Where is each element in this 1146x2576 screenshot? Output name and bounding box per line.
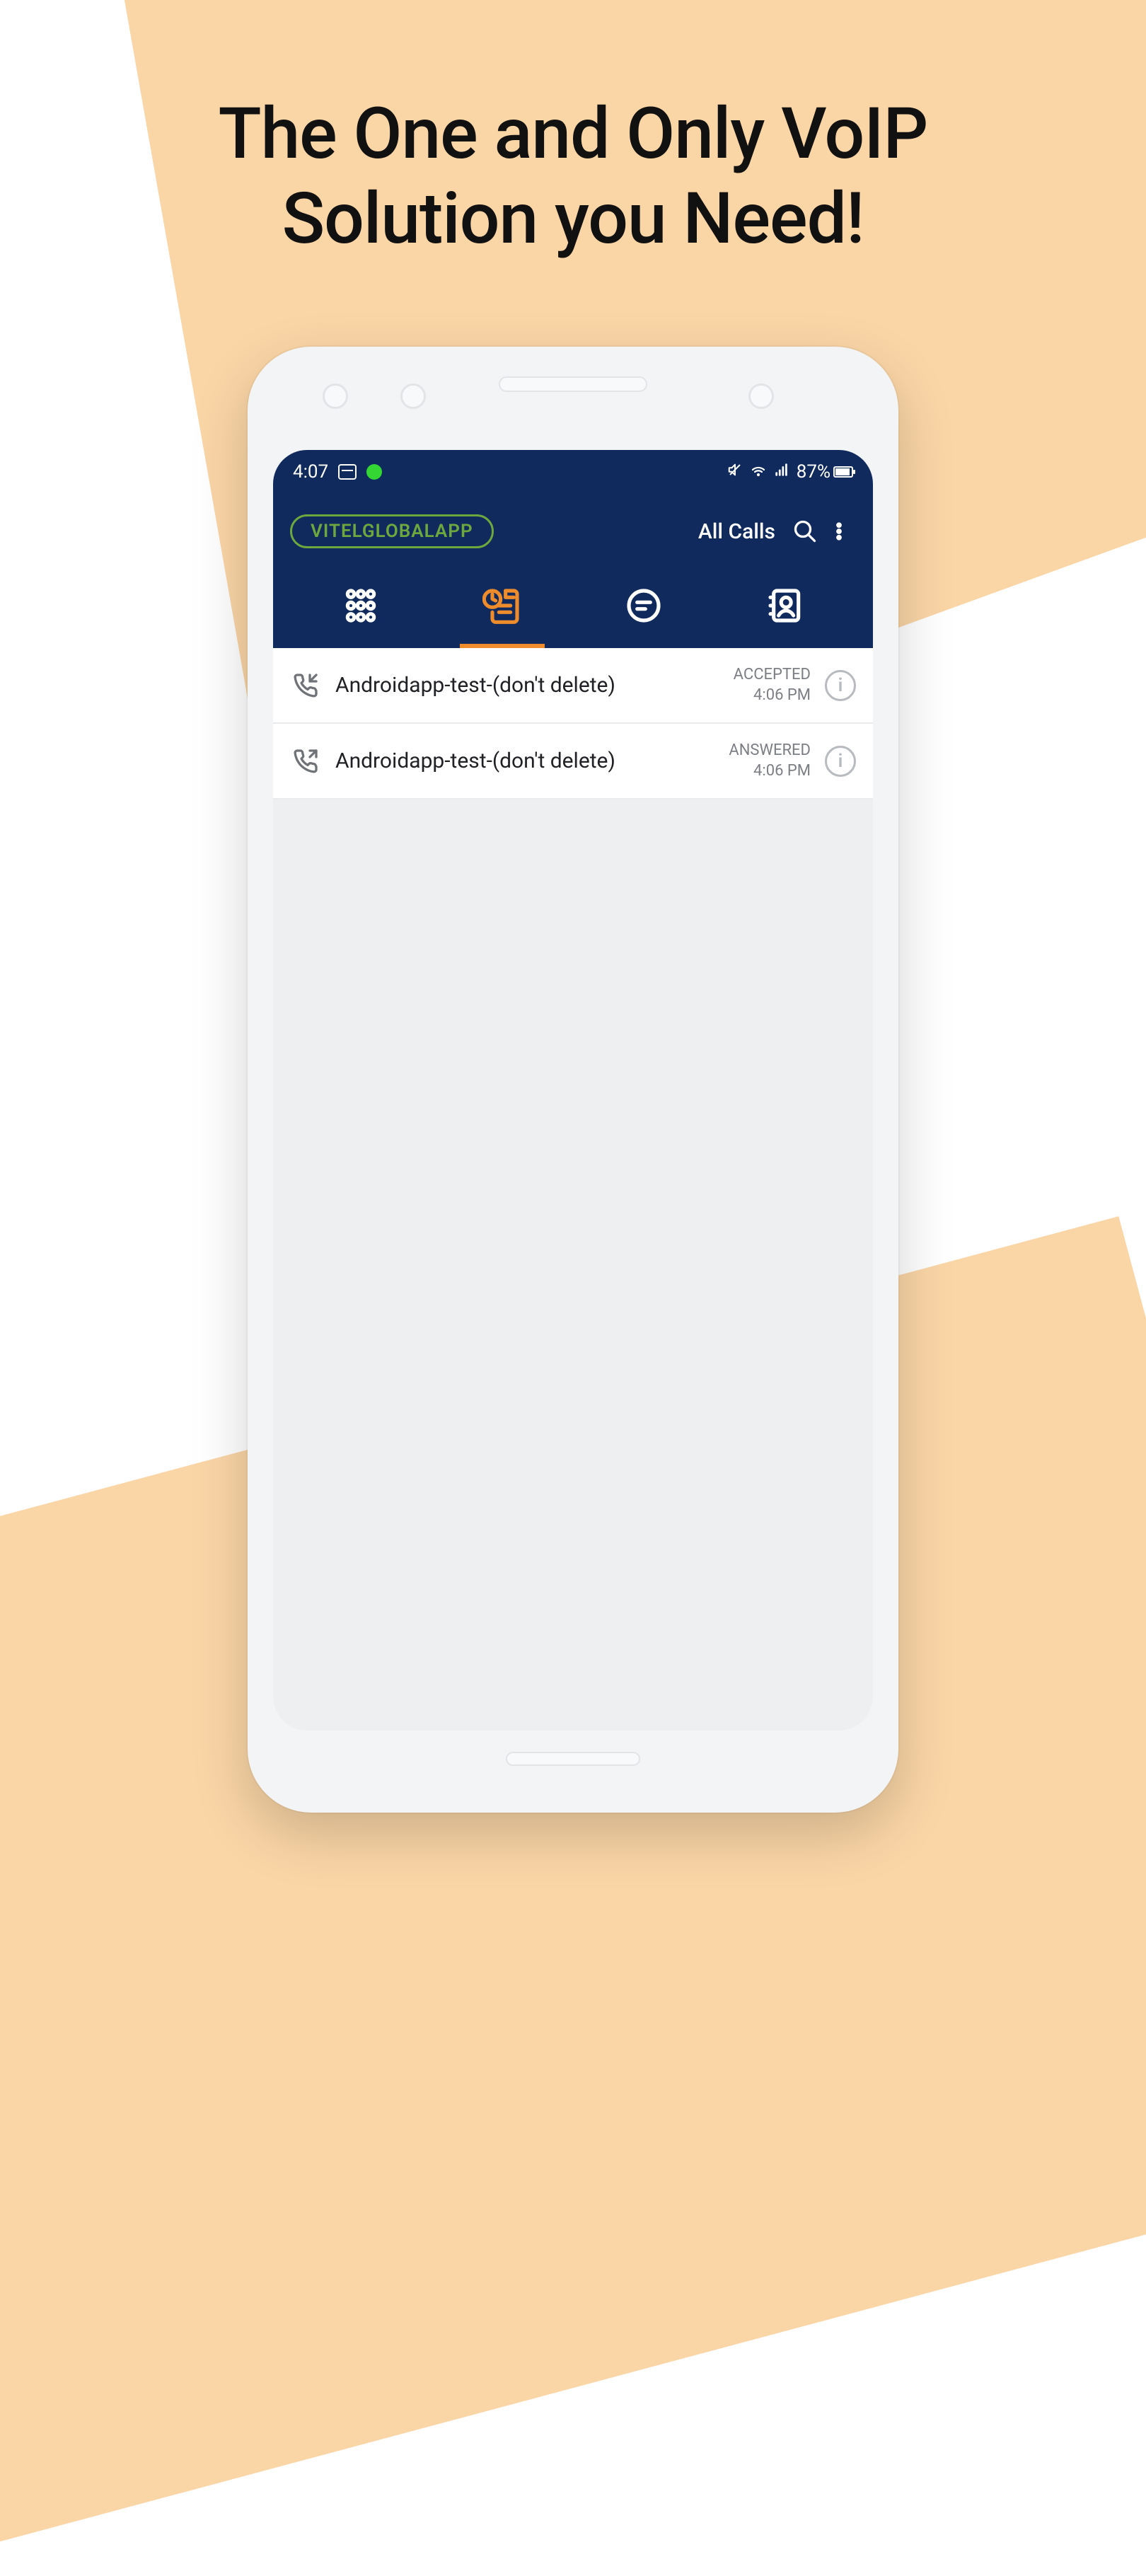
call-meta: ANSWERED 4:06 PM bbox=[729, 741, 811, 781]
statusbar-battery: 87% bbox=[797, 461, 830, 483]
search-icon[interactable] bbox=[788, 514, 822, 548]
incoming-call-icon bbox=[290, 673, 321, 698]
phone-sensor-dot bbox=[323, 383, 348, 409]
call-time: 4:06 PM bbox=[729, 761, 811, 782]
android-statusbar: 4:07 87% bbox=[273, 450, 873, 494]
nav-tabs bbox=[290, 563, 856, 648]
phone-bottom-speaker bbox=[273, 1731, 873, 1787]
wifi-icon bbox=[750, 461, 767, 483]
call-row[interactable]: Androidapp-test-(don't delete) ACCEPTED … bbox=[273, 648, 873, 724]
phone-sensor-dot bbox=[400, 383, 426, 409]
call-status: ANSWERED bbox=[729, 741, 811, 761]
call-name: Androidapp-test-(don't delete) bbox=[335, 749, 714, 773]
headline-line2: Solution you Need! bbox=[282, 178, 864, 260]
phone-mockup: 4:07 87% bbox=[248, 347, 898, 1813]
call-name: Androidapp-test-(don't delete) bbox=[335, 673, 719, 698]
tab-history[interactable] bbox=[432, 563, 573, 648]
app-header: VITELGLOBALAPP All Calls bbox=[273, 494, 873, 648]
call-row[interactable]: Androidapp-test-(don't delete) ANSWERED … bbox=[273, 724, 873, 799]
call-meta: ACCEPTED 4:06 PM bbox=[734, 665, 811, 705]
call-filter-label[interactable]: All Calls bbox=[698, 519, 775, 544]
phone-speaker bbox=[499, 376, 647, 392]
picture-icon bbox=[338, 464, 357, 480]
marketing-headline: The One and Only VoIP Solution you Need! bbox=[0, 0, 1146, 262]
signal-icon bbox=[774, 462, 789, 482]
headline-line1: The One and Only VoIP bbox=[219, 93, 928, 175]
call-time: 4:06 PM bbox=[734, 686, 811, 706]
active-dot-icon bbox=[366, 464, 382, 480]
overflow-menu-icon[interactable] bbox=[822, 514, 856, 548]
outgoing-call-icon bbox=[290, 749, 321, 774]
info-icon[interactable]: i bbox=[825, 746, 856, 777]
phone-sensors bbox=[273, 372, 873, 450]
call-list[interactable]: Androidapp-test-(don't delete) ACCEPTED … bbox=[273, 648, 873, 1731]
tab-dialpad[interactable] bbox=[290, 563, 432, 648]
tab-chat[interactable] bbox=[573, 563, 714, 648]
tab-contacts[interactable] bbox=[714, 563, 856, 648]
statusbar-time: 4:07 bbox=[293, 461, 328, 483]
battery-icon bbox=[833, 466, 853, 478]
mute-icon bbox=[727, 462, 743, 482]
phone-screen: 4:07 87% bbox=[273, 450, 873, 1731]
call-status: ACCEPTED bbox=[734, 665, 811, 686]
app-name-chip[interactable]: VITELGLOBALAPP bbox=[290, 514, 494, 548]
info-icon[interactable]: i bbox=[825, 670, 856, 701]
phone-sensor-dot bbox=[748, 383, 774, 409]
